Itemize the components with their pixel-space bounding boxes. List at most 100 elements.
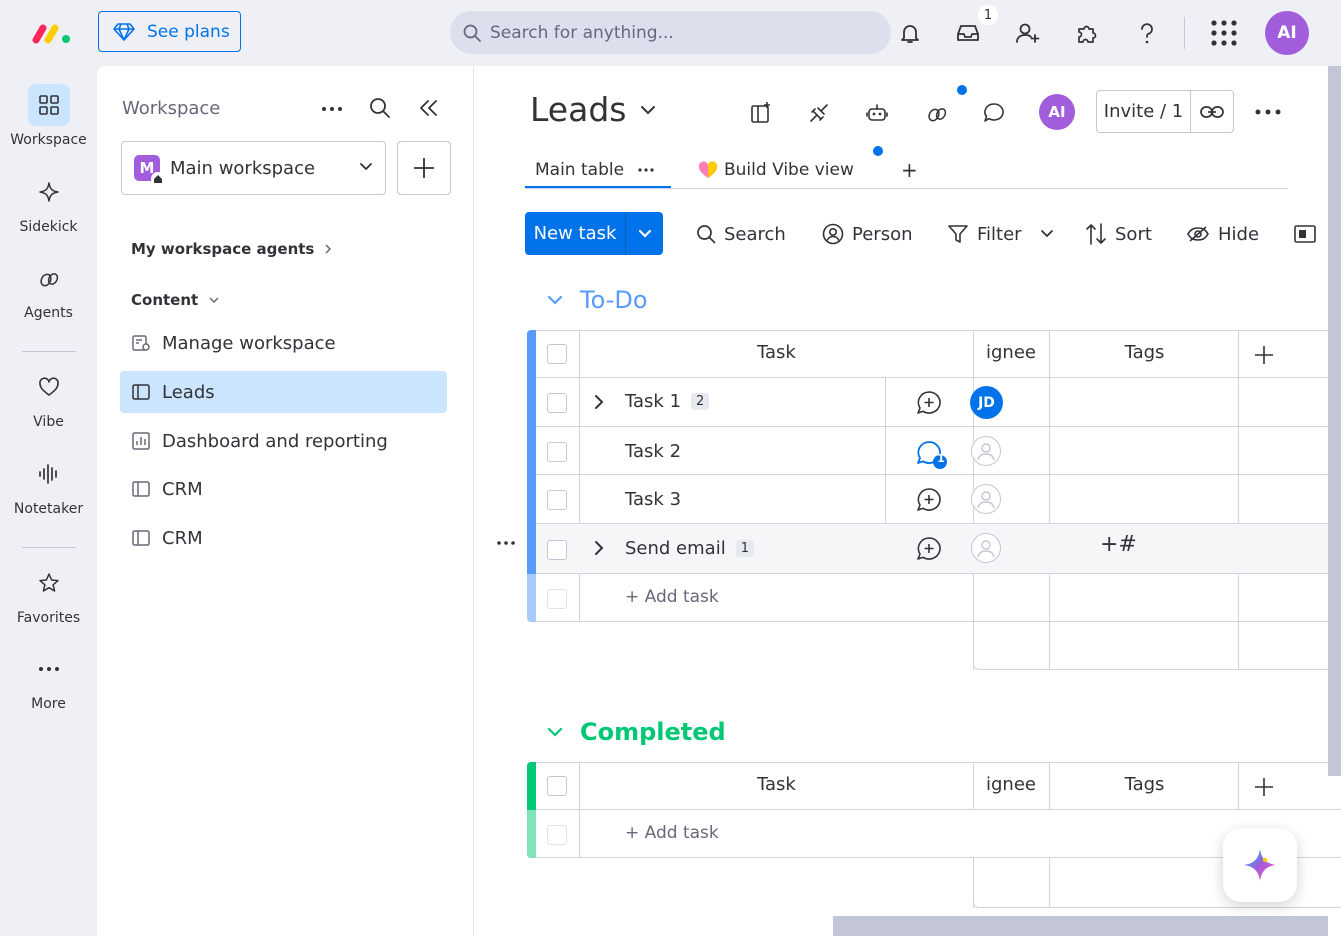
rail-item-notetaker[interactable]: Notetaker [0,453,97,517]
bell-icon[interactable] [895,18,925,48]
add-column-button[interactable] [1254,777,1274,797]
person-placeholder-icon[interactable] [971,484,1001,514]
column-header-assignee[interactable]: ignee [973,774,1049,795]
more-dots-icon[interactable] [638,168,654,172]
assignee-avatar[interactable]: JD [970,386,1003,419]
row-menu-dots-icon[interactable] [496,540,516,546]
ws-item-dashboard[interactable]: Dashboard and reporting [120,420,447,462]
sidekick-fab-button[interactable] [1223,828,1297,902]
person-placeholder-icon[interactable] [971,436,1001,466]
add-tag-button[interactable]: +# [1100,532,1137,557]
add-column-button[interactable] [1254,345,1274,365]
search-icon[interactable] [369,97,391,119]
updates-chat-icon[interactable] [979,98,1009,128]
invite-user-icon[interactable] [1012,18,1042,48]
hide-button[interactable]: Hide [1186,218,1259,250]
search-button[interactable]: Search [696,218,786,250]
task-name[interactable]: Send email 1 [625,538,754,559]
add-update-icon[interactable] [916,487,942,513]
collapse-panel-icon[interactable] [419,99,439,117]
ws-item-leads[interactable]: Leads [120,371,447,413]
user-avatar[interactable]: AI [1265,11,1309,55]
row-checkbox[interactable] [547,393,567,413]
row-checkbox[interactable] [547,540,567,560]
chevron-right-icon [324,243,332,255]
chevron-right-icon[interactable] [593,540,605,556]
column-header-task[interactable]: Task [757,342,796,363]
automations-robot-icon[interactable] [862,98,892,128]
monday-logo[interactable] [32,22,72,44]
ws-item-crm[interactable]: CRM [120,517,447,559]
task-name[interactable]: Task 1 2 [625,391,710,412]
chevron-right-icon[interactable] [593,394,605,410]
add-view-button[interactable]: + [901,152,918,188]
more-dots-icon[interactable] [321,106,343,112]
apps-grid-icon[interactable] [1209,18,1239,48]
agents-icon[interactable] [922,98,952,128]
add-task-input[interactable]: + Add task [625,823,719,843]
task-name[interactable]: Task 3 [625,489,681,510]
group-title: Completed [580,718,726,746]
select-all-checkbox[interactable] [547,344,567,364]
column-header-assignee[interactable]: ignee [973,342,1049,363]
column-header-task[interactable]: Task [757,774,796,795]
content-section[interactable]: Content [131,291,220,309]
ws-item-crm[interactable]: CRM [120,468,447,510]
rail-item-workspace[interactable]: Workspace [0,84,97,148]
board-member-avatar[interactable]: AI [1039,94,1075,130]
ws-item-manage-workspace[interactable]: Manage workspace [120,322,447,364]
sort-button[interactable]: Sort [1085,218,1152,250]
horizontal-scrollbar[interactable] [833,916,1328,936]
inbox-icon[interactable] [953,18,983,48]
tab-build-vibe-view[interactable]: Build Vibe view [698,152,854,188]
vertical-scrollbar[interactable] [1328,66,1341,776]
group-header-todo[interactable]: To-Do [546,286,648,314]
add-update-icon[interactable] [916,390,942,416]
row-checkbox[interactable] [547,490,567,510]
diamond-icon [113,22,135,42]
rail-divider [22,547,76,548]
rail-item-vibe[interactable]: Vibe [0,366,97,430]
column-header-tags[interactable]: Tags [1050,342,1239,363]
chevron-down-icon[interactable] [626,212,663,255]
invite-button[interactable]: Invite / 1 [1096,90,1234,133]
workspace-agents-section[interactable]: My workspace agents [131,240,332,258]
help-icon[interactable] [1132,18,1162,48]
tab-main-table[interactable]: Main table [535,152,654,188]
layout-icon[interactable] [1294,218,1316,250]
filter-button[interactable]: Filter [947,218,1054,250]
more-dots-icon[interactable] [1255,109,1281,115]
person-filter-button[interactable]: Person [822,218,913,250]
sidekick-panel-icon[interactable] [746,98,776,128]
home-icon [151,172,165,186]
rail-item-sidekick[interactable]: Sidekick [0,171,97,235]
chevron-down-icon[interactable] [1040,229,1054,239]
person-placeholder-icon[interactable] [971,533,1001,563]
copy-link-icon[interactable] [1191,91,1233,132]
chevron-down-icon[interactable] [546,726,564,738]
rail-item-agents[interactable]: Agents [0,257,97,321]
column-header-tags[interactable]: Tags [1050,774,1239,795]
select-all-checkbox[interactable] [547,776,567,796]
see-plans-button[interactable]: See plans [98,11,241,52]
integrations-icon[interactable] [804,98,834,128]
add-item-button[interactable] [397,141,451,195]
global-search-input[interactable]: Search for anything... [450,11,891,54]
row-checkbox[interactable] [547,442,567,462]
new-task-button[interactable]: New task [525,212,663,255]
rail-item-favorites[interactable]: Favorites [0,562,97,626]
topbar-divider [1184,17,1185,49]
chevron-down-icon[interactable] [546,294,564,306]
rail-item-more[interactable]: More [0,648,97,712]
board-icon [130,481,152,497]
task-name[interactable]: Task 2 [625,441,681,462]
group-header-completed[interactable]: Completed [546,718,726,746]
workspace-selector[interactable]: M Main workspace [121,141,386,195]
add-update-icon[interactable] [916,536,942,562]
sparkle-icon [28,171,70,213]
puzzle-icon[interactable] [1072,18,1102,48]
add-task-input[interactable]: + Add task [625,587,719,607]
summary-row [973,622,1341,670]
board-title[interactable]: Leads [530,90,656,129]
heart-icon [28,366,70,408]
